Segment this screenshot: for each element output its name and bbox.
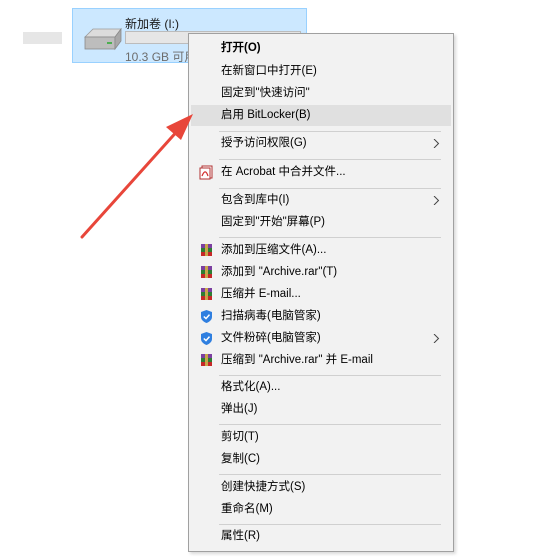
annotation-arrow: [80, 114, 193, 239]
arrow-shaft: [80, 126, 182, 239]
arrow-head: [166, 114, 193, 140]
